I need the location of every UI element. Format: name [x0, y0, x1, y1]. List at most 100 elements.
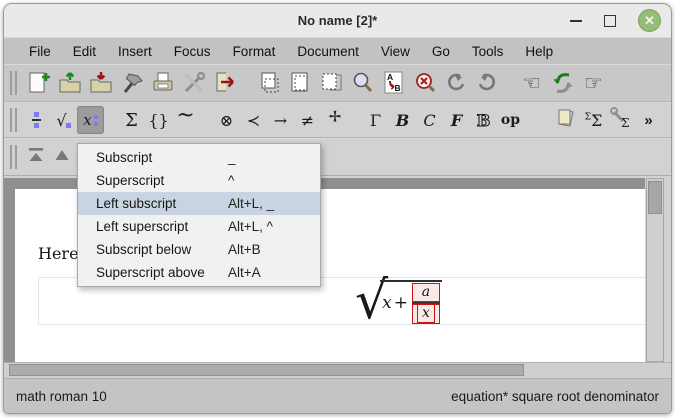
focus-exit-button[interactable] [23, 144, 49, 170]
menu-item-superscript-above[interactable]: Superscript above Alt+A [78, 261, 320, 284]
open-document-button[interactable] [54, 68, 85, 98]
copy-button[interactable] [285, 68, 316, 98]
horizontal-scrollbar[interactable] [4, 362, 671, 378]
main-toolbar: AB ☜ ☞ [4, 64, 671, 102]
paragraph-text[interactable]: Here [38, 244, 79, 263]
preferences-button[interactable] [178, 68, 209, 98]
chevron-more-icon: » [644, 112, 652, 129]
find-button[interactable] [347, 68, 378, 98]
shortcut-label: Alt+A [228, 265, 306, 280]
scripts-button[interactable]: x [77, 106, 104, 134]
hammer-icon [119, 70, 145, 96]
fraction-denominator[interactable]: x [412, 304, 440, 324]
fraction-numerator[interactable]: a [412, 283, 440, 302]
minimize-button[interactable] [570, 20, 582, 22]
menu-item-subscript[interactable]: Subscript _ [78, 146, 320, 169]
toolbar-grip[interactable] [10, 145, 17, 169]
focus-previous-button[interactable] [49, 144, 75, 170]
square-root-button[interactable]: √ [50, 106, 77, 134]
status-left-font-info: math roman 10 [16, 389, 107, 404]
math-preferences-button[interactable]: Σ [607, 106, 635, 134]
radicand[interactable]: x+ax [380, 280, 442, 322]
menu-item-left-subscript[interactable]: Left subscript Alt+L, _ [78, 192, 320, 215]
sessions-button[interactable] [552, 106, 580, 134]
paste-button[interactable] [316, 68, 347, 98]
greek-letter-button[interactable]: Γ [362, 106, 389, 134]
menu-insert[interactable]: Insert [107, 41, 163, 62]
spell-check-button[interactable] [409, 68, 440, 98]
export-button[interactable] [209, 68, 240, 98]
forward-button[interactable]: ☞ [578, 68, 609, 98]
big-operator-button[interactable]: Σ [118, 106, 145, 134]
titlebar[interactable]: No name [2]* ✕ [4, 4, 671, 37]
save-document-button[interactable] [85, 68, 116, 98]
math-formula[interactable]: √x+ax [355, 280, 442, 322]
relation-button[interactable]: ≺ [240, 106, 267, 134]
menu-tools[interactable]: Tools [461, 41, 515, 62]
replace-button[interactable]: AB [378, 68, 409, 98]
blackboard-letter-button[interactable]: B [470, 106, 497, 134]
shortcut-label: Alt+L, _ [228, 196, 306, 211]
horizontal-scrollbar-thumb[interactable] [9, 364, 524, 376]
square-root-icon: √ [56, 111, 70, 130]
vertical-scrollbar[interactable] [646, 178, 664, 362]
bold-letter-button[interactable]: B [389, 106, 416, 134]
toolbar-grip[interactable] [10, 71, 17, 95]
reload-icon [550, 70, 576, 96]
menu-item-subscript-below[interactable]: Subscript below Alt+B [78, 238, 320, 261]
menu-format[interactable]: Format [222, 41, 287, 62]
operator-name-button[interactable]: op [497, 106, 524, 134]
focused-fraction[interactable]: ax [412, 283, 440, 324]
plus-operator[interactable]: + [392, 293, 410, 313]
brackets-button[interactable]: {} [145, 106, 172, 134]
miscellaneous-symbol-button[interactable] [321, 106, 348, 134]
op-icon: op [501, 112, 520, 128]
app-window: No name [2]* ✕ File Edit Insert Focus Fo… [3, 3, 672, 414]
close-button[interactable]: ✕ [638, 9, 661, 32]
menu-file[interactable]: File [18, 41, 62, 62]
menu-edit[interactable]: Edit [62, 41, 107, 62]
calligraphic-c-icon: C [423, 111, 435, 130]
accent-button[interactable]: ~ [172, 106, 199, 134]
undo-icon [443, 70, 469, 96]
undo-button[interactable] [440, 68, 471, 98]
menu-item-left-superscript[interactable]: Left superscript Alt+L, ^ [78, 215, 320, 238]
menu-document[interactable]: Document [286, 41, 370, 62]
binary-operator-button[interactable]: ⊗ [213, 106, 240, 134]
window-controls: ✕ [570, 4, 661, 37]
arrow-button[interactable]: → [267, 106, 294, 134]
printer-icon [150, 70, 176, 96]
redo-button[interactable] [471, 68, 502, 98]
new-document-button[interactable] [23, 68, 54, 98]
hand-point-right-icon: ☞ [584, 73, 603, 94]
fraction-button[interactable] [23, 106, 50, 134]
print-button[interactable] [147, 68, 178, 98]
menu-help[interactable]: Help [514, 41, 564, 62]
menu-focus[interactable]: Focus [163, 41, 222, 62]
maximize-button[interactable] [604, 15, 616, 27]
variable-x[interactable]: x [382, 293, 392, 313]
toolbar-overflow-button[interactable]: » [635, 106, 662, 134]
menu-view[interactable]: View [370, 41, 421, 62]
wrench-sigma-icon: Σ [609, 106, 633, 134]
shortcut-label: _ [228, 150, 306, 165]
back-button[interactable]: ☜ [516, 68, 547, 98]
executable-math-button[interactable]: ΣΣ [580, 106, 607, 134]
reload-button[interactable] [547, 68, 578, 98]
scripts-dropdown-menu: Subscript _ Superscript ^ Left subscript… [77, 143, 321, 287]
menu-item-superscript[interactable]: Superscript ^ [78, 169, 320, 192]
menu-go[interactable]: Go [421, 41, 461, 62]
calligraphic-letter-button[interactable]: C [416, 106, 443, 134]
style-button[interactable] [116, 68, 147, 98]
vertical-scrollbar-thumb[interactable] [648, 181, 662, 214]
toolbar-grip[interactable] [10, 108, 17, 132]
math-toolbar: √ x Σ {} ~ ⊗ ≺ → ≠ Γ B C F B op ΣΣ Σ » [4, 102, 671, 138]
hand-point-left-icon: ☜ [522, 73, 541, 94]
spell-check-icon [412, 70, 438, 96]
notebook-icon [554, 106, 578, 134]
triangle-up-icon [51, 144, 73, 171]
svg-text:Σ: Σ [621, 116, 629, 130]
cut-button[interactable] [254, 68, 285, 98]
negation-button[interactable]: ≠ [294, 106, 321, 134]
fraktur-letter-button[interactable]: F [443, 106, 470, 134]
